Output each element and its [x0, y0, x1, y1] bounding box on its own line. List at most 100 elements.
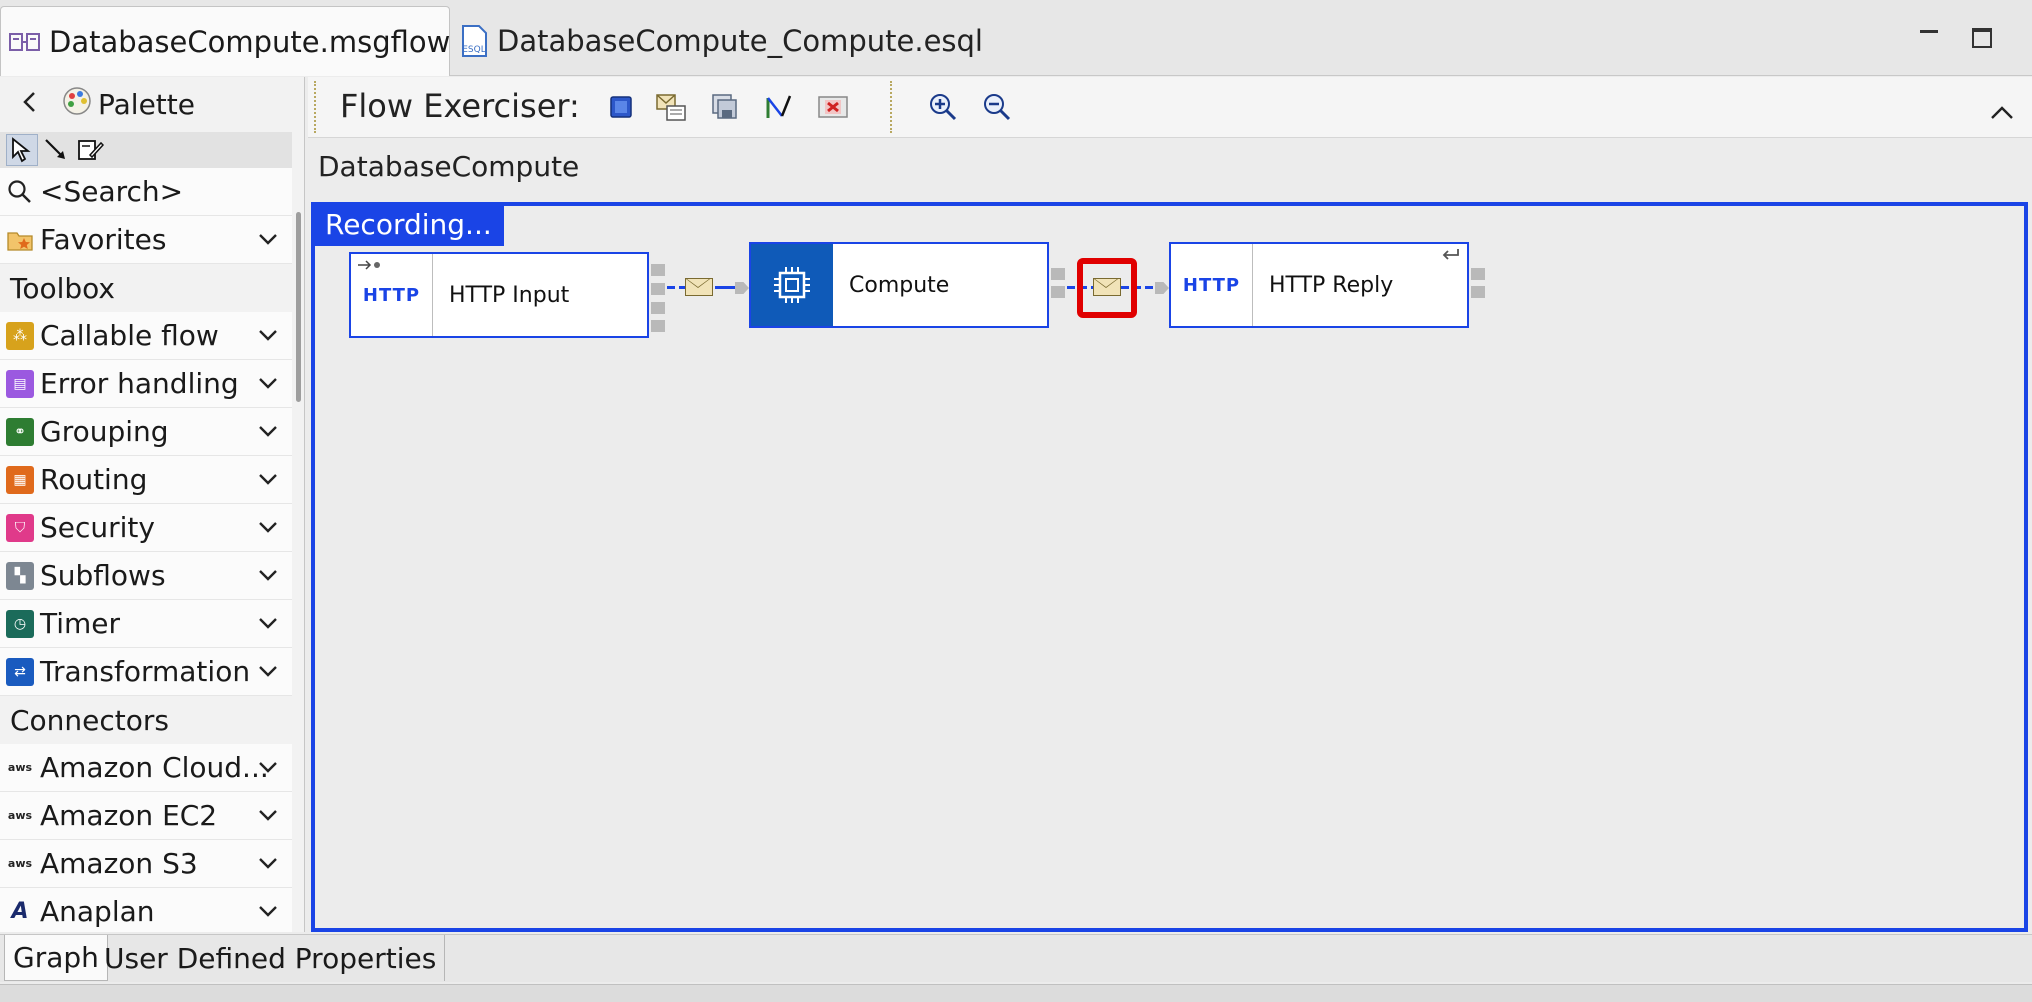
output-terminal[interactable]	[1471, 268, 1485, 280]
connectors-heading-label: Connectors	[10, 703, 170, 737]
output-terminal[interactable]	[1051, 268, 1065, 280]
chevron-down-icon[interactable]	[258, 373, 278, 393]
chevron-down-icon[interactable]	[258, 901, 278, 921]
node-label: HTTP Input	[449, 282, 570, 308]
output-terminal[interactable]	[651, 302, 665, 314]
palette-favorites[interactable]: Favorites	[0, 216, 292, 264]
output-terminal[interactable]	[651, 320, 665, 332]
esql-file-icon: ESQL	[459, 25, 489, 57]
drawer-label: Amazon S3	[40, 847, 198, 880]
output-terminal[interactable]	[1471, 286, 1485, 298]
drawer-label: Grouping	[40, 415, 169, 448]
status-bar	[0, 984, 2032, 1002]
palette-list: <Search> Favorites Toolbox ⁂ Callable fl…	[0, 168, 292, 932]
palette-title: Palette	[98, 88, 195, 121]
highlight-box	[1077, 258, 1137, 318]
zoom-in-icon[interactable]	[926, 90, 960, 124]
toolbar-grip[interactable]	[314, 81, 316, 133]
maximize-icon[interactable]	[1972, 28, 1992, 48]
tab-graph[interactable]: Graph	[4, 935, 108, 981]
drawer-label: Transformation	[40, 655, 251, 688]
error-handling-icon: ▤	[6, 369, 34, 398]
palette-drawer-error-handling[interactable]: ▤ Error handling	[0, 360, 292, 408]
collapse-palette-icon[interactable]	[22, 91, 36, 119]
chevron-down-icon[interactable]	[258, 229, 278, 249]
chevron-up-icon[interactable]	[1990, 97, 2014, 127]
stop-recording-icon[interactable]	[604, 90, 638, 124]
svg-text:ESQL: ESQL	[462, 45, 486, 55]
chevron-down-icon[interactable]	[258, 661, 278, 681]
callable-flow-icon: ⁂	[6, 321, 34, 350]
node-http-input[interactable]: HTTP HTTP Input	[349, 252, 649, 338]
input-terminal[interactable]	[1155, 282, 1169, 294]
drawer-label: Security	[40, 511, 155, 544]
chevron-down-icon[interactable]	[258, 853, 278, 873]
aws-icon: aws	[7, 857, 33, 870]
palette-drawer-grouping[interactable]: ⚭ Grouping	[0, 408, 292, 456]
drawer-label: Amazon EC2	[40, 799, 218, 832]
palette-drawer-anaplan[interactable]: A Anaplan	[0, 888, 292, 932]
drawer-label: Error handling	[40, 367, 239, 400]
palette-tools	[0, 132, 292, 168]
tab-msgflow-label: DatabaseCompute.msgflow	[49, 24, 451, 59]
palette-drawer-amazon-s3[interactable]: aws Amazon S3	[0, 840, 292, 888]
msgflow-file-icon	[9, 27, 41, 57]
editor-bottom-tabs: Graph User Defined Properties	[0, 934, 2032, 982]
chevron-down-icon[interactable]	[258, 517, 278, 537]
chevron-down-icon[interactable]	[258, 565, 278, 585]
flow-breadcrumb: DatabaseCompute	[318, 150, 580, 183]
favorites-label: Favorites	[40, 223, 167, 256]
toolbar-grip[interactable]	[890, 81, 892, 133]
drawer-label: Amazon Cloud...	[40, 751, 269, 784]
note-tool-icon[interactable]	[74, 134, 106, 166]
envelope-icon[interactable]	[685, 278, 713, 296]
aws-icon: aws	[7, 761, 33, 774]
input-terminal[interactable]	[735, 282, 749, 294]
editor-tab-bar: DatabaseCompute.msgflow ⊠ ESQL DatabaseC…	[0, 0, 2032, 76]
tab-esql[interactable]: ESQL DatabaseCompute_Compute.esql	[455, 6, 983, 76]
chevron-down-icon[interactable]	[258, 757, 278, 777]
palette-drawer-amazon-ec2[interactable]: aws Amazon EC2	[0, 792, 292, 840]
clear-recorded-icon[interactable]	[816, 90, 850, 124]
chevron-down-icon[interactable]	[258, 805, 278, 825]
node-label: Compute	[849, 272, 950, 298]
node-compute[interactable]: Compute	[749, 242, 1049, 328]
palette-drawer-security[interactable]: ⛉ Security	[0, 504, 292, 552]
save-recorded-messages-icon[interactable]	[708, 90, 742, 124]
drawer-label: Subflows	[40, 559, 166, 592]
palette-drawer-routing[interactable]: ▦ Routing	[0, 456, 292, 504]
palette-drawer-subflows[interactable]: ▚ Subflows	[0, 552, 292, 600]
flow-exerciser-label: Flow Exerciser:	[340, 87, 580, 125]
output-terminal[interactable]	[651, 283, 665, 295]
palette-search-input[interactable]: <Search>	[40, 175, 183, 208]
palette-drawer-transformation[interactable]: ⇄ Transformation	[0, 648, 292, 696]
palette-drawer-amazon-cloudwatch[interactable]: aws Amazon Cloud...	[0, 744, 292, 792]
anaplan-icon: A	[11, 899, 29, 924]
timer-icon: ◷	[6, 609, 34, 638]
chevron-down-icon[interactable]	[258, 613, 278, 633]
view-recorded-messages-icon[interactable]	[654, 90, 688, 124]
select-tool-icon[interactable]	[6, 134, 38, 166]
flow-canvas[interactable]: Recording... HTTP HTTP Input Compute HTT…	[311, 202, 2028, 932]
palette-drawer-timer[interactable]: ◷ Timer	[0, 600, 292, 648]
tab-msgflow[interactable]: DatabaseCompute.msgflow ⊠	[0, 6, 482, 76]
grouping-icon: ⚭	[6, 417, 34, 446]
chevron-down-icon[interactable]	[258, 469, 278, 489]
drawer-label: Callable flow	[40, 319, 219, 352]
toolbox-heading: Toolbox	[0, 264, 292, 312]
chevron-down-icon[interactable]	[258, 325, 278, 345]
send-message-icon[interactable]	[762, 90, 796, 124]
aws-icon: aws	[7, 809, 33, 822]
output-terminal[interactable]	[1051, 286, 1065, 298]
connection-tool-icon[interactable]	[40, 134, 72, 166]
chevron-down-icon[interactable]	[258, 421, 278, 441]
palette-drawer-callable-flow[interactable]: ⁂ Callable flow	[0, 312, 292, 360]
drawer-label: Timer	[40, 607, 121, 640]
minimize-icon[interactable]	[1918, 24, 1940, 40]
palette-search[interactable]: <Search>	[0, 168, 292, 216]
node-http-reply[interactable]: HTTP HTTP Reply	[1169, 242, 1469, 328]
zoom-out-icon[interactable]	[980, 90, 1014, 124]
tab-user-defined-properties[interactable]: User Defined Properties	[96, 935, 446, 981]
output-terminal[interactable]	[651, 264, 665, 276]
palette-scrollbar[interactable]	[296, 212, 301, 402]
